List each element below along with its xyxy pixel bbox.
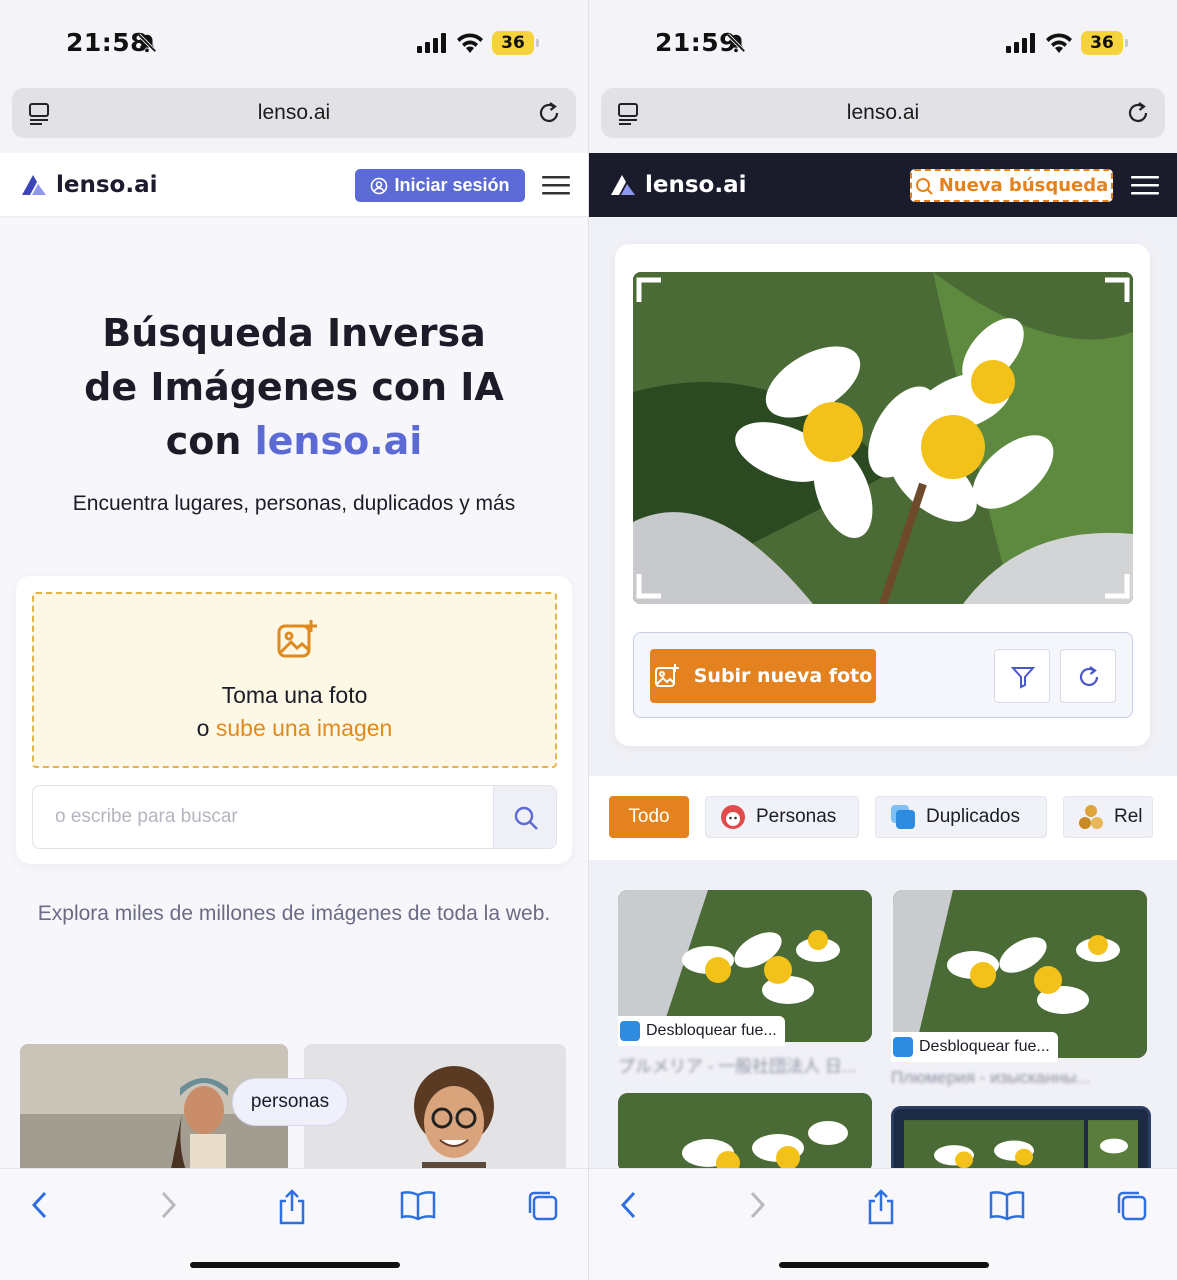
tabs-icon[interactable] — [1115, 1189, 1149, 1223]
result-image[interactable] — [618, 1093, 872, 1173]
menu-icon[interactable] — [1131, 173, 1159, 197]
signal-icon — [417, 33, 446, 53]
wifi-icon — [457, 33, 483, 53]
new-search-label: Nueva búsqueda — [938, 175, 1109, 196]
tab-todo[interactable]: Todo — [609, 796, 689, 838]
upload-link[interactable]: sube una imagen — [216, 715, 392, 741]
site-logo[interactable]: lenso.ai — [20, 167, 158, 203]
tabs-icon[interactable] — [526, 1189, 560, 1223]
url-text[interactable]: lenso.ai — [601, 101, 1165, 125]
face-icon — [721, 805, 745, 829]
upload-new-photo-button[interactable]: Subir nueva foto — [650, 649, 876, 703]
signal-icon — [1006, 33, 1035, 53]
result-source: プルメリア - 一般社団法人 日... — [618, 1057, 856, 1076]
bookmarks-icon[interactable] — [989, 1189, 1025, 1221]
forward-icon[interactable] — [745, 1189, 769, 1221]
result-source: Плюмерия - изысканны... — [891, 1068, 1091, 1087]
forward-icon[interactable] — [156, 1189, 180, 1221]
battery-indicator: 36 — [492, 31, 539, 55]
search-icon — [514, 806, 538, 830]
left-screen: 21:58 36 lenso.ai lenso.ai Iniciar sesió… — [0, 0, 588, 1280]
upload-toolbar: Subir nueva foto — [633, 632, 1133, 718]
share-icon[interactable] — [865, 1189, 897, 1225]
query-image-card: Subir nueva foto — [615, 244, 1150, 746]
duplicate-icon — [620, 1021, 640, 1041]
reload-icon[interactable] — [536, 100, 562, 126]
bookmarks-icon[interactable] — [400, 1189, 436, 1221]
site-header: lenso.ai Iniciar sesión — [0, 153, 588, 217]
menu-icon[interactable] — [542, 173, 570, 197]
search-button[interactable] — [493, 786, 556, 848]
filter-button[interactable] — [994, 649, 1050, 703]
login-label: Iniciar sesión — [394, 175, 510, 195]
tab-relacionados[interactable]: Rel — [1063, 796, 1153, 838]
home-indicator — [190, 1262, 400, 1268]
logo-text: lenso.ai — [56, 172, 158, 198]
wifi-icon — [1046, 33, 1072, 53]
upload-line-1: Toma una foto — [221, 682, 368, 708]
landing-content: Búsqueda Inversa de Imágenes con IA con … — [0, 218, 588, 1184]
url-text[interactable]: lenso.ai — [12, 101, 576, 125]
results-content: Subir nueva foto Todo Personas Duplicado… — [589, 218, 1177, 1186]
new-search-button[interactable]: Nueva búsqueda — [910, 169, 1113, 202]
refresh-icon — [1079, 666, 1099, 686]
result-label[interactable]: Desbloquear fue... — [891, 1032, 1058, 1062]
reload-icon[interactable] — [1125, 100, 1151, 126]
search-input[interactable]: o escribe para buscar — [55, 806, 238, 828]
refresh-button[interactable] — [1060, 649, 1116, 703]
upload-dropzone[interactable]: Toma una foto o sube una imagen — [32, 592, 557, 768]
status-bar: 21:59 36 — [589, 0, 1177, 82]
add-image-icon — [654, 664, 679, 687]
related-icon — [1079, 805, 1103, 829]
tab-personas[interactable]: Personas — [705, 796, 859, 838]
lenso-logo-icon — [611, 175, 635, 195]
search-box[interactable]: o escribe para buscar — [32, 785, 557, 849]
upload-new-photo-label: Subir nueva foto — [693, 665, 873, 687]
logo-text: lenso.ai — [645, 172, 747, 198]
filter-icon — [1010, 667, 1036, 689]
search-icon — [915, 177, 933, 195]
upload-line-2: o sube una imagen — [196, 715, 393, 741]
category-pill-personas[interactable]: personas — [232, 1078, 348, 1126]
back-icon[interactable] — [28, 1189, 52, 1221]
explore-text: Explora miles de millones de imágenes de… — [37, 902, 551, 925]
address-bar[interactable]: lenso.ai — [601, 88, 1165, 138]
right-screen: 21:59 36 lenso.ai lenso.ai Nueva búsqued… — [589, 0, 1177, 1280]
bell-muted-icon — [726, 33, 746, 53]
status-bar: 21:58 36 — [0, 0, 588, 82]
plumeria-photo — [633, 272, 1133, 604]
result-tabs: Todo Personas Duplicados Rel — [589, 776, 1177, 860]
back-icon[interactable] — [617, 1189, 641, 1221]
user-circle-icon — [371, 177, 388, 194]
hero-subtitle: Encuentra lugares, personas, duplicados … — [72, 492, 516, 515]
tab-duplicados[interactable]: Duplicados — [875, 796, 1047, 838]
result-label[interactable]: Desbloquear fue... — [618, 1016, 785, 1046]
bell-muted-icon — [137, 33, 157, 53]
battery-indicator: 36 — [1081, 31, 1128, 55]
query-image — [633, 272, 1133, 604]
hero-title: Búsqueda Inversa de Imágenes con IA con … — [84, 311, 504, 463]
plumeria-thumb — [618, 1093, 872, 1173]
hero-brand: lenso.ai — [254, 419, 423, 463]
duplicate-icon — [893, 1037, 913, 1057]
home-indicator — [779, 1262, 989, 1268]
address-bar[interactable]: lenso.ai — [12, 88, 576, 138]
share-icon[interactable] — [276, 1189, 308, 1225]
lenso-logo-icon — [22, 175, 46, 195]
login-button[interactable]: Iniciar sesión — [355, 169, 525, 202]
duplicate-icon — [891, 805, 915, 829]
add-image-icon — [277, 620, 317, 658]
site-logo[interactable]: lenso.ai — [609, 167, 747, 203]
upload-card: Toma una foto o sube una imagen o escrib… — [16, 576, 572, 864]
site-header: lenso.ai Nueva búsqueda — [589, 153, 1177, 217]
